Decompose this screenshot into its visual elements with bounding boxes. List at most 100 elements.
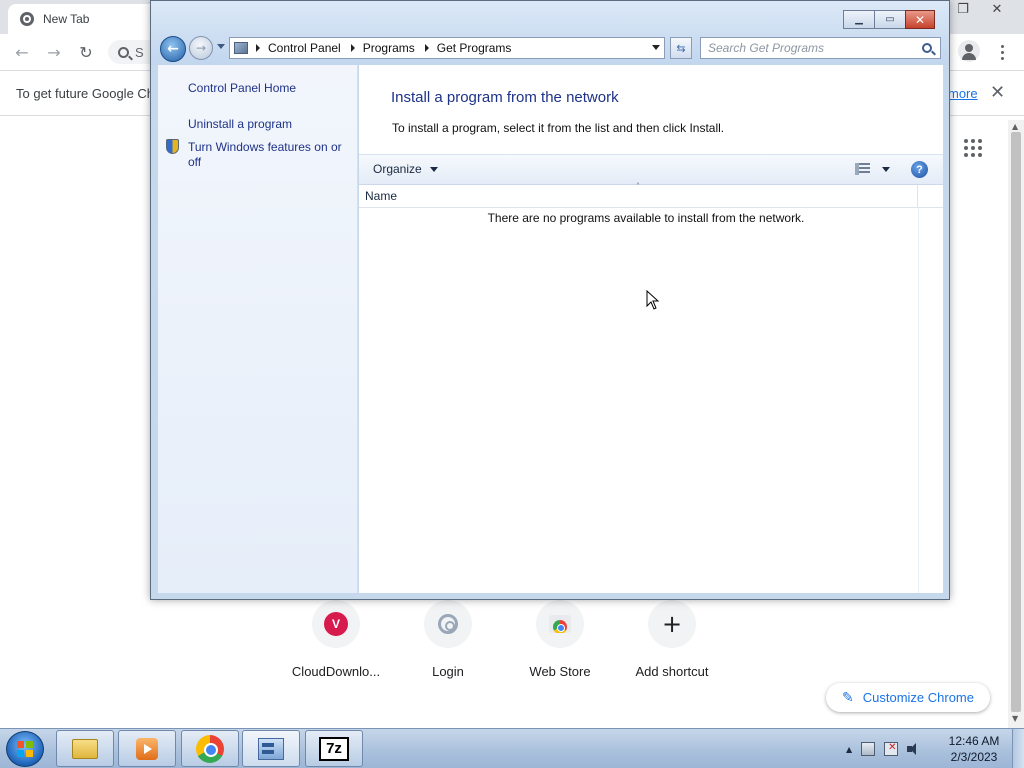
system-clock[interactable]: 12:46 AM 2/3/2023 [944,733,1004,765]
tab-new-tab[interactable]: New Tab [8,4,158,34]
breadcrumb-chevron-icon[interactable] [350,44,355,52]
search-icon[interactable] [922,43,932,53]
search-box[interactable]: Search Get Programs [700,37,941,59]
breadcrumb-chevron-icon[interactable] [256,44,260,52]
breadcrumb-programs[interactable]: Programs [363,41,415,55]
folder-icon [72,738,98,759]
scrollbar-thumb[interactable] [1011,132,1021,712]
recent-pages-dropdown-icon[interactable] [217,44,225,49]
action-center-warning-icon[interactable] [884,742,899,756]
show-desktop-button[interactable] [1012,729,1024,768]
details-view-icon[interactable] [855,163,870,175]
taskbar-media-player[interactable] [118,730,176,767]
scroll-up-icon[interactable]: ▲ [1012,122,1018,131]
add-shortcut-button[interactable]: + Add shortcut [616,600,728,690]
task-pane: Control Panel Home Uninstall a program T… [158,65,358,593]
shortcut-login[interactable]: Login [392,600,504,690]
column-header-name[interactable]: Name [359,185,918,208]
media-player-icon [136,737,158,760]
taskbar-windows-explorer[interactable] [56,730,114,767]
taskbar-7-zip[interactable]: 7z [305,730,363,767]
column-header-row: ˄ Name [359,182,943,208]
organize-button[interactable]: Organize [373,162,438,176]
forward-arrow-icon[interactable]: → [189,36,213,60]
profile-avatar-icon[interactable] [958,40,980,62]
shortcut-label: Web Store [529,664,591,679]
shortcut-web-store[interactable]: Web Store [504,600,616,690]
chrome-logo-icon [20,12,34,26]
customize-chrome-button[interactable]: ✎ Customize Chrome [826,683,990,712]
shortcut-label: CloudDownlo... [291,664,381,679]
infobar-close-icon[interactable]: ✕ [990,82,1005,103]
page-scrollbar[interactable]: ▲ ▼ [1008,120,1024,728]
organize-label: Organize [373,162,422,176]
control-panel-home-link[interactable]: Control Panel Home [188,81,296,96]
uac-shield-icon [166,139,179,154]
change-view-button[interactable] [855,163,890,175]
google-apps-icon[interactable] [964,139,982,157]
close-icon[interactable]: ✕ [905,10,935,29]
control-panel-icon [258,737,284,760]
show-hidden-icons-icon[interactable]: ▲ [846,745,852,754]
maximize-icon[interactable]: ▭ [874,10,906,29]
taskbar: 7z ▲ 12:46 AM 2/3/2023 [0,728,1024,768]
customize-chrome-label: Customize Chrome [862,690,974,705]
dropdown-arrow-icon [429,166,438,172]
shortcut-label: Login [432,664,464,679]
omnibox-text: S [135,44,144,60]
clock-time: 12:46 AM [948,734,1000,748]
help-icon[interactable]: ? [911,161,928,178]
volume-icon[interactable] [907,742,921,756]
v-logo-icon: V [324,612,348,636]
shortcut-clouddownload[interactable]: V CloudDownlo... [280,600,392,690]
7zip-logo-icon: 7z [319,736,349,761]
breadcrumb-chevron-icon[interactable] [424,44,429,52]
shortcut-label: Add shortcut [635,664,709,679]
breadcrumb-control-panel[interactable]: Control Panel [268,41,341,55]
shortcut-icon-tile [424,600,472,648]
back-arrow-icon[interactable]: ← [10,40,34,64]
minimize-icon[interactable]: ▁ [843,10,875,29]
taskbar-google-chrome[interactable] [181,730,239,767]
chrome-close-icon[interactable]: ✕ [980,0,1014,18]
start-button[interactable] [6,731,44,767]
forward-arrow-icon[interactable]: → [42,40,66,64]
uninstall-program-link[interactable]: Uninstall a program [188,117,292,132]
view-dropdown-arrow-icon[interactable] [882,166,890,172]
clock-date: 2/3/2023 [950,750,998,764]
refresh-icon[interactable]: ⇆ [670,37,692,59]
column-divider [918,208,919,593]
network-icon[interactable] [861,742,876,756]
windows-features-link[interactable]: Turn Windows features on or off [188,140,353,170]
command-bar: Organize ? [359,154,943,185]
main-content: Install a program from the network To in… [359,65,943,593]
shortcut-icon-tile [536,600,584,648]
notification-area: ▲ [842,729,938,768]
page-title: Install a program from the network [391,89,619,106]
pencil-icon: ✎ [842,689,854,706]
shortcut-icon-tile: V [312,600,360,648]
infobar-message: To get future Google Ch [16,86,155,101]
shortcut-icon-tile: + [648,600,696,648]
breadcrumb-get-programs[interactable]: Get Programs [437,41,512,55]
infobar-learn-more-link[interactable]: more [948,86,978,101]
back-arrow-icon[interactable]: ← [160,36,186,62]
empty-list-message: There are no programs available to insta… [487,211,805,225]
address-bar[interactable]: Control Panel Programs Get Programs [229,37,665,59]
search-placeholder: Search Get Programs [708,41,825,55]
address-dropdown-icon[interactable] [652,45,660,50]
chrome-logo-icon [196,734,224,763]
window-controls: ▁ ▭ ✕ [843,10,935,29]
control-panel-icon [234,42,248,54]
tab-title: New Tab [43,12,90,26]
page-description: To install a program, select it from the… [392,121,725,135]
chrome-restore-icon[interactable]: ❐ [946,0,980,18]
chrome-menu-icon[interactable] [994,40,1010,64]
windows-logo-icon [17,741,33,757]
scroll-down-icon[interactable]: ▼ [1012,714,1018,723]
plus-icon: + [661,610,683,638]
settings-gear-icon [438,614,458,634]
web-store-icon [549,615,571,633]
reload-icon[interactable]: ↻ [74,40,98,64]
taskbar-control-panel[interactable] [242,730,300,767]
